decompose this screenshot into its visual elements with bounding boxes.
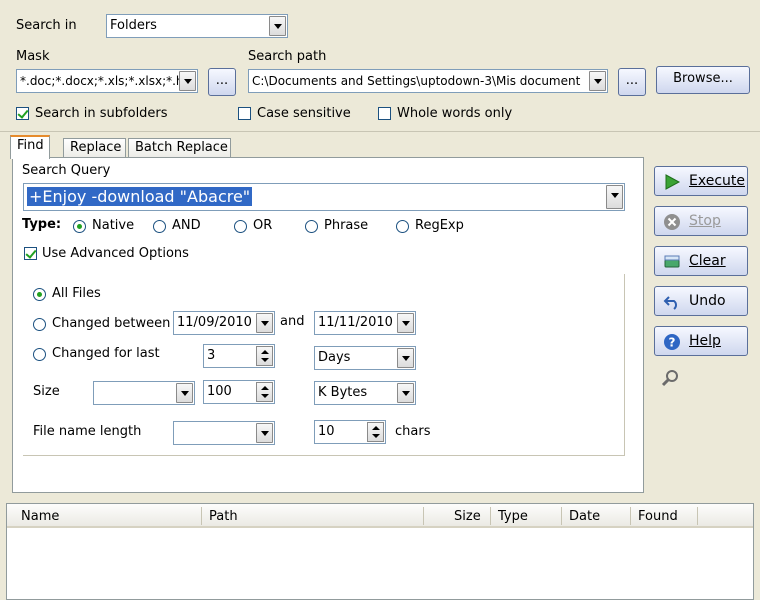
whole-words-checkbox[interactable] — [378, 107, 391, 120]
chevron-down-icon[interactable] — [397, 383, 414, 403]
chevron-down-icon[interactable] — [397, 313, 414, 333]
search-path-label: Search path — [248, 49, 327, 64]
search-query-label: Search Query — [22, 163, 111, 178]
clear-button[interactable]: Clear — [654, 246, 748, 276]
type-label: Type: — [22, 217, 62, 232]
divider — [0, 131, 760, 132]
case-sensitive-checkbox[interactable] — [238, 107, 251, 120]
eraser-icon — [664, 255, 680, 268]
size-operator-select[interactable] — [93, 381, 195, 405]
tab-find[interactable]: Find — [10, 135, 50, 159]
tab-replace[interactable]: Replace — [63, 138, 126, 158]
type-or-label: OR — [253, 218, 273, 233]
spinner-icon[interactable] — [256, 346, 273, 366]
column-size[interactable]: Size — [454, 508, 481, 526]
subfolders-checkbox[interactable] — [16, 107, 29, 120]
spinner-icon[interactable] — [367, 422, 384, 442]
spinner-icon[interactable] — [256, 382, 273, 402]
tab-batch-replace[interactable]: Batch Replace — [128, 138, 231, 158]
chevron-down-icon[interactable] — [256, 423, 273, 443]
date-to-picker[interactable]: 11/11/2010 — [314, 311, 416, 335]
mask-label: Mask — [16, 49, 50, 64]
mask-ellipsis-button[interactable]: ... — [208, 68, 236, 96]
and-label: and — [280, 314, 305, 329]
type-and-label: AND — [172, 218, 201, 233]
undo-button[interactable]: Undo — [654, 286, 748, 316]
all-files-label: All Files — [52, 286, 101, 301]
column-name[interactable]: Name — [21, 508, 59, 526]
stop-button[interactable]: Stop — [654, 206, 748, 236]
changed-between-label: Changed between — [52, 316, 171, 331]
name-length-operator-select[interactable] — [173, 421, 275, 445]
magnifier-icon[interactable] — [661, 368, 681, 388]
type-regexp-label: RegExp — [415, 218, 464, 233]
chevron-down-icon[interactable] — [269, 16, 286, 36]
chars-label: chars — [395, 424, 431, 439]
advanced-options-checkbox[interactable] — [24, 247, 37, 260]
case-sensitive-label: Case sensitive — [257, 106, 351, 121]
find-panel: Search Query +Enjoy -download "Abacre" T… — [12, 157, 644, 493]
type-native-label: Native — [92, 218, 135, 233]
mask-select[interactable]: *.doc;*.docx;*.xls;*.xlsx;*.h — [16, 69, 198, 93]
type-and-radio[interactable] — [153, 220, 166, 233]
last-unit-select[interactable]: Days — [314, 346, 416, 370]
size-unit-select[interactable]: K Bytes — [314, 381, 416, 405]
column-date[interactable]: Date — [569, 508, 600, 526]
search-query-input[interactable]: +Enjoy -download "Abacre" — [23, 183, 625, 211]
name-length-label: File name length — [33, 424, 142, 439]
results-list[interactable]: Name Path Size Type Date Found — [6, 503, 754, 600]
size-label: Size — [33, 384, 60, 399]
results-header: Name Path Size Type Date Found — [7, 504, 753, 528]
search-in-select[interactable]: Folders — [106, 14, 288, 38]
type-regexp-radio[interactable] — [396, 220, 409, 233]
changed-between-radio[interactable] — [33, 318, 46, 331]
all-files-radio[interactable] — [33, 288, 46, 301]
chevron-down-icon[interactable] — [397, 348, 414, 368]
help-button[interactable]: ? Help — [654, 326, 748, 356]
type-phrase-radio[interactable] — [305, 220, 318, 233]
chevron-down-icon[interactable] — [176, 383, 193, 403]
column-found[interactable]: Found — [638, 508, 678, 526]
name-length-stepper[interactable]: 10 — [314, 420, 386, 444]
path-ellipsis-button[interactable]: ... — [618, 68, 646, 96]
size-value-stepper[interactable]: 100 — [203, 380, 275, 404]
search-in-label: Search in — [16, 18, 77, 33]
type-phrase-label: Phrase — [324, 218, 369, 233]
subfolders-label: Search in subfolders — [35, 106, 168, 121]
type-or-radio[interactable] — [234, 220, 247, 233]
chevron-down-icon[interactable] — [179, 71, 196, 91]
search-path-select[interactable]: C:\Documents and Settings\uptodown-3\Mis… — [248, 69, 608, 93]
type-native-radio[interactable] — [73, 220, 86, 233]
help-icon: ? — [664, 334, 680, 350]
svg-text:?: ? — [669, 336, 676, 350]
execute-button[interactable]: Execute — [654, 166, 748, 196]
column-type[interactable]: Type — [498, 508, 528, 526]
advanced-options-label: Use Advanced Options — [42, 246, 189, 261]
column-path[interactable]: Path — [209, 508, 238, 526]
browse-button[interactable]: Browse... — [656, 66, 750, 94]
whole-words-label: Whole words only — [397, 106, 513, 121]
changed-last-label: Changed for last — [52, 346, 160, 361]
chevron-down-icon[interactable] — [256, 313, 273, 333]
stop-icon — [664, 214, 680, 230]
play-icon — [665, 174, 681, 190]
chevron-down-icon[interactable] — [589, 71, 606, 91]
changed-last-radio[interactable] — [33, 348, 46, 361]
chevron-down-icon[interactable] — [606, 185, 623, 209]
last-value-stepper[interactable]: 3 — [203, 344, 275, 368]
undo-icon — [663, 296, 677, 310]
date-from-picker[interactable]: 11/09/2010 — [173, 311, 275, 335]
